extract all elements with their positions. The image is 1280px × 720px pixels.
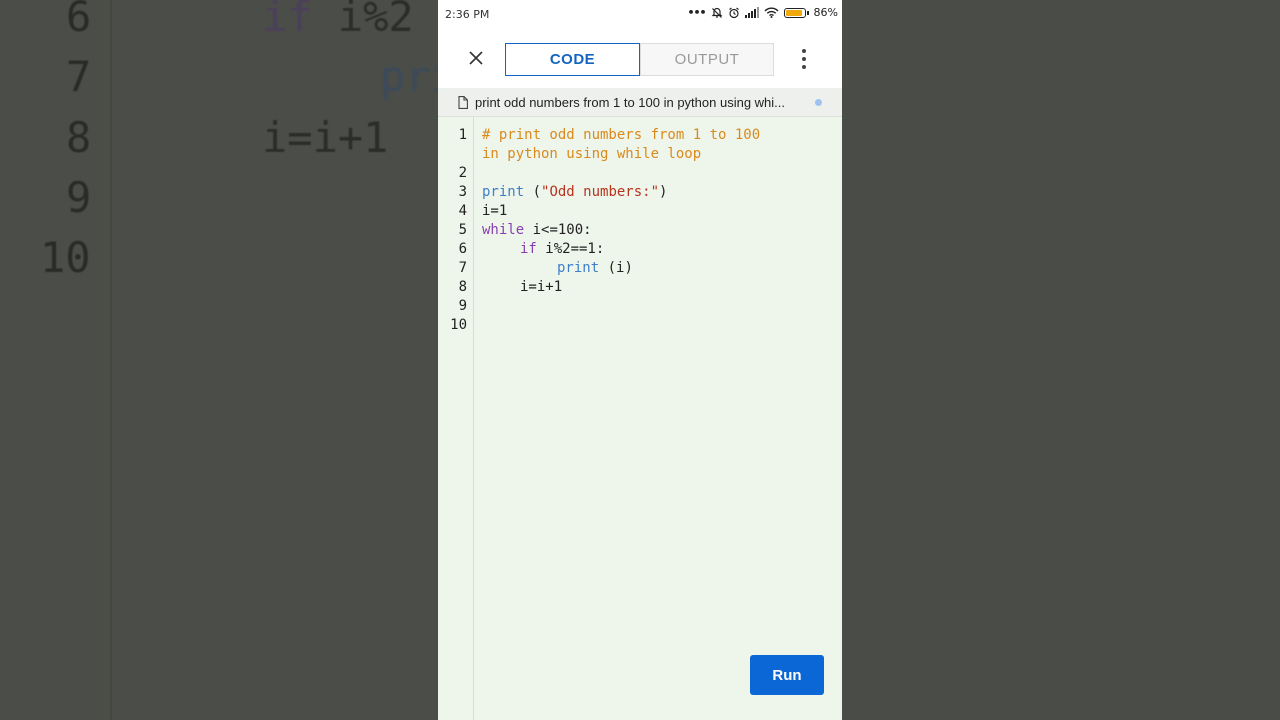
line-number: 9 [458,298,467,314]
background-code-line-6: if i%2 [262,0,414,41]
tab-output[interactable]: OUTPUT [640,43,774,76]
code-function: print [482,184,525,200]
background-code-line-8: i=i+1 [262,113,389,162]
editor-toolbar: CODE OUTPUT [438,30,842,88]
code-line-1-wrap: in python using while loop [482,146,702,162]
line-number: 10 [450,317,467,333]
more-vert-icon-dot [802,65,806,69]
line-number: 6 [458,241,467,257]
file-name-bar[interactable]: print odd numbers from 1 to 100 in pytho… [438,88,842,117]
line-number: 8 [458,279,467,295]
more-options-button[interactable] [792,47,816,71]
background-gutter-divider [110,0,112,720]
battery-level: 86% [813,6,838,19]
background-line-number: 9 [66,173,92,222]
tab-code[interactable]: CODE [505,43,640,76]
battery-icon [783,7,809,18]
background-left-panel: 6 7 8 9 10 if i%2 pri i=i+1 [0,0,438,720]
code-line-7: print (i) [557,260,633,276]
line-number: 5 [458,222,467,238]
status-bar: 2:36 PM ••• 86% [438,0,842,30]
run-button[interactable]: Run [750,655,824,695]
wifi-icon [764,7,779,18]
background-right-panel [842,0,1280,720]
close-button[interactable] [464,46,488,70]
code-line-4: i=1 [482,203,508,219]
close-icon [469,51,483,65]
bell-off-icon [711,7,722,18]
background-line-number: 8 [66,113,92,162]
status-icons: ••• 86% [687,6,838,19]
line-number: 7 [458,260,467,276]
line-number-gutter: 1 2 3 4 5 6 7 8 9 10 [438,117,474,720]
code-keyword: if [520,241,537,257]
code-text: i%2==1: [536,241,605,257]
file-icon [458,95,468,109]
background-keyword: if [262,0,313,41]
line-number: 1 [458,127,467,143]
background-line-number: 7 [66,52,92,101]
code-line-8: i=i+1 [520,279,563,295]
background-line-number: 10 [40,233,91,282]
file-name: print odd numbers from 1 to 100 in pytho… [475,94,786,110]
more-vert-icon-dot [802,57,806,61]
unsaved-indicator [815,98,822,106]
code-line-3: print ("Odd numbers:") [482,184,667,200]
more-vert-icon [802,49,806,53]
line-number: 4 [458,203,467,219]
code-line-5: while i<=100: [482,222,592,238]
background-code-line-7: pri [380,52,438,101]
code-keyword: while [482,222,525,238]
alarm-icon [728,7,739,18]
signal-icon [744,7,759,18]
line-number: 2 [458,165,467,181]
code-line-6: if i%2==1: [520,241,604,257]
more-dots-icon: ••• [687,6,706,19]
code-editor[interactable]: 1 2 3 4 5 6 7 8 9 10 # print odd numbers… [438,117,842,720]
code-text: ) [659,184,668,200]
phone-screen: 2:36 PM ••• 86% CODE OUTPUT print odd nu… [438,0,842,720]
background-line-number: 6 [66,0,92,41]
code-line-1: # print odd numbers from 1 to 100 [482,127,761,143]
code-string: "Odd numbers:" [541,184,660,200]
code-function: print [557,260,600,276]
background-code-text: i%2 [312,0,414,41]
code-text: ( [524,184,542,200]
status-time: 2:36 PM [445,8,490,21]
code-text: (i) [599,260,633,276]
line-number: 3 [458,184,467,200]
code-text: i<=100: [524,222,592,238]
